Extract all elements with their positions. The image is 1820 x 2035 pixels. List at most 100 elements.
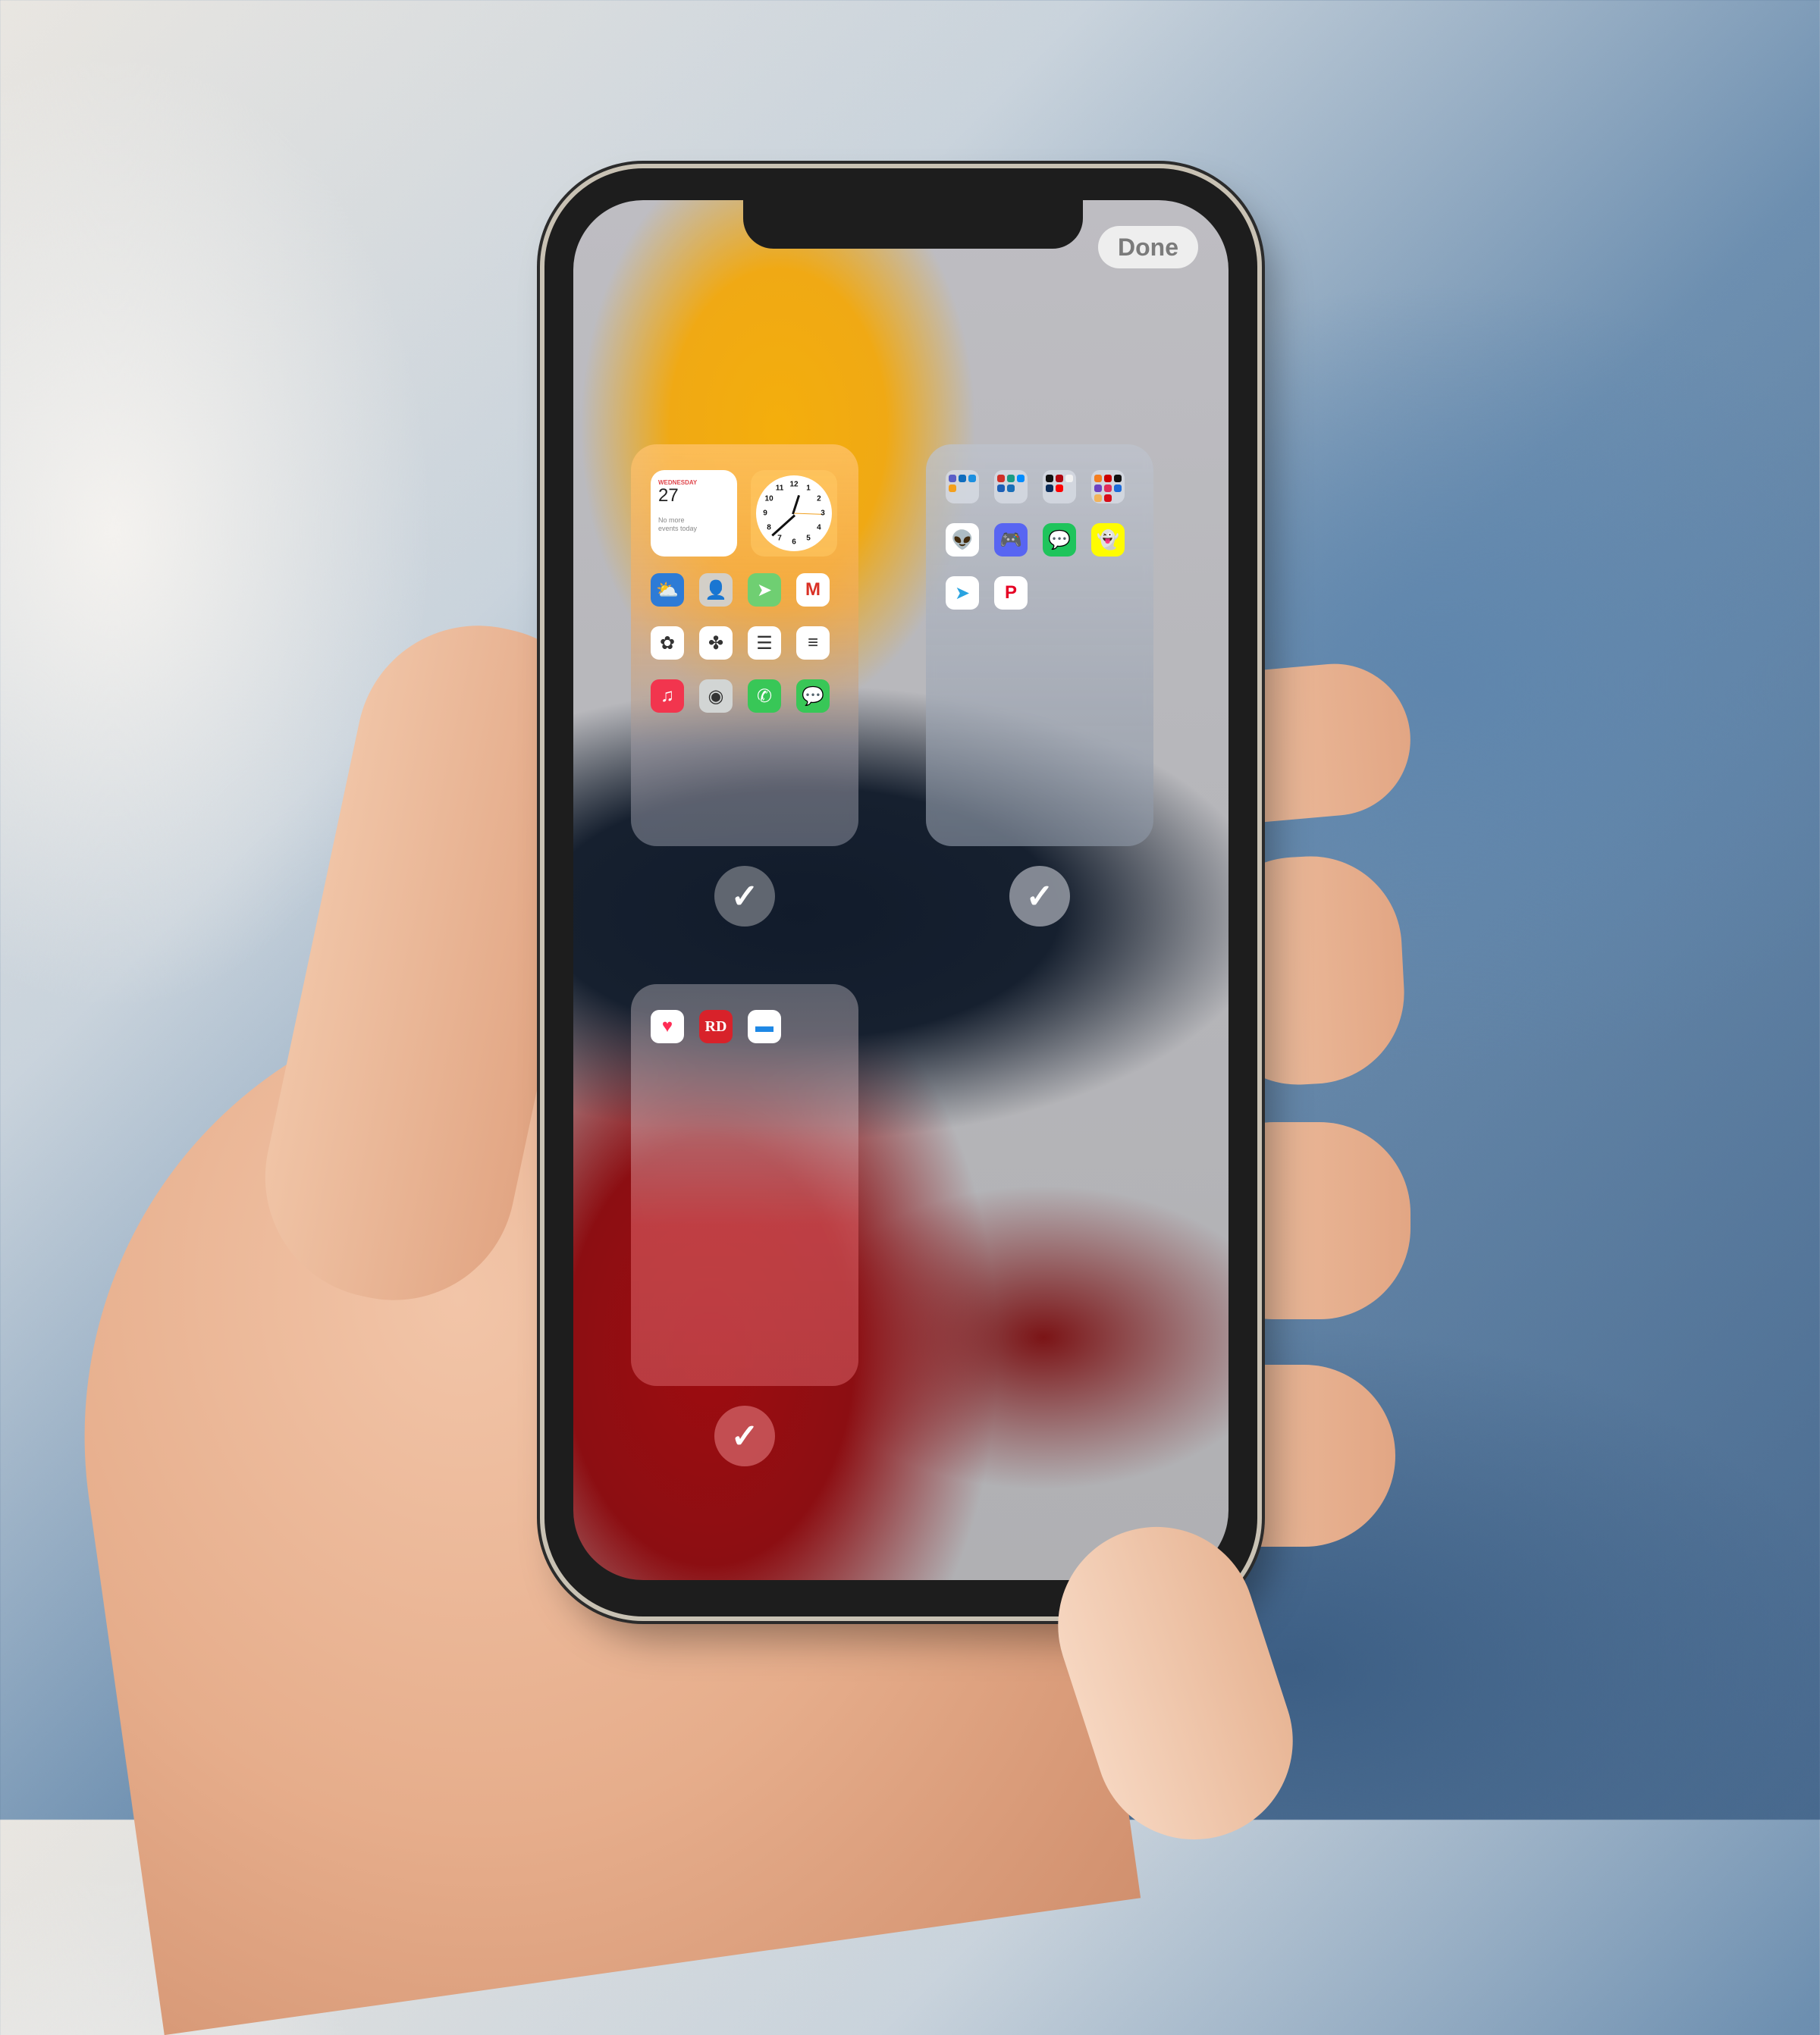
clock-second-hand: [794, 513, 824, 515]
app-find-my-icon: ◉: [699, 679, 733, 713]
app-folder: [994, 470, 1028, 503]
reddit-icon: 👽: [951, 529, 974, 550]
clock-number: 3: [821, 509, 825, 518]
calendar-widget: WEDNESDAY 27 No more events today: [651, 470, 737, 557]
weather-icon: ⛅: [656, 579, 679, 600]
folder-app-icon: [1056, 484, 1063, 492]
photos-icon: ✿: [659, 632, 676, 654]
folder-app-icon: [1046, 484, 1053, 492]
clock-number: 10: [764, 494, 774, 503]
clock-number: 9: [763, 509, 767, 518]
clock-number: 12: [789, 480, 799, 489]
clock-face: 12 1 2 3 4 5 6 7 8 9 10 11: [756, 475, 832, 551]
app-notes-icon: ≡: [796, 626, 830, 660]
checkmark-icon: ✓: [730, 1417, 759, 1455]
app-folder: [1091, 470, 1125, 503]
notes-icon: ≡: [807, 632, 818, 653]
folder-app-icon: [1094, 475, 1102, 482]
folder-app-icon: [1114, 484, 1122, 492]
page-3-checkmark-toggle[interactable]: ✓: [714, 1406, 775, 1466]
folder-app-icon: [949, 475, 956, 482]
app-reminders-icon: ☰: [748, 626, 781, 660]
phone-notch: [743, 200, 1083, 249]
pinterest-icon: P: [1004, 582, 1017, 603]
folder-app-icon: [1017, 475, 1025, 482]
app-gmail-icon: M: [796, 573, 830, 607]
app-files-icon: ▬: [748, 1010, 781, 1043]
edit-pages-screen: Done WEDNESDAY 27 No more events today 1…: [573, 200, 1228, 1580]
telegram-icon: ➤: [954, 582, 971, 604]
maps-icon: ➤: [756, 579, 773, 600]
folder-app-icon: [1104, 494, 1112, 502]
folder-app-icon: [1104, 475, 1112, 482]
folder-app-icon: [959, 475, 966, 482]
calendar-events-line: events today: [658, 525, 698, 532]
folder-app-icon: [1007, 475, 1015, 482]
folder-app-icon: [1094, 494, 1102, 502]
app-phone-icon: ✆: [748, 679, 781, 713]
snapchat-icon: 👻: [1097, 529, 1119, 550]
app-wechat-icon: 💬: [1043, 523, 1076, 557]
folder-app-icon: [1094, 484, 1102, 492]
reminders-icon: ☰: [756, 632, 773, 654]
clock-number: 5: [806, 534, 811, 543]
calendar-events-line: No more: [658, 516, 685, 524]
messages-icon: 💬: [802, 685, 824, 707]
home-page-thumbnail-1[interactable]: WEDNESDAY 27 No more events today 12 1 2 3 4…: [631, 444, 858, 846]
files-icon: ▬: [755, 1016, 774, 1036]
clock-number: 1: [806, 484, 811, 493]
page-1-checkmark-toggle[interactable]: ✓: [714, 866, 775, 927]
app-messages-icon: 💬: [796, 679, 830, 713]
app-folder: [1043, 470, 1076, 503]
checkmark-icon: ✓: [730, 877, 759, 915]
folder-app-icon: [1114, 475, 1122, 482]
clock-number: 7: [777, 534, 782, 543]
app-health-icon: ♥: [651, 1010, 684, 1043]
health-icon: ♥: [661, 1016, 673, 1036]
app-grid: ⛅ 👤 ➤ M ✿ ✤ ☰ ≡ ♫ ◉ ✆ 💬: [651, 573, 830, 713]
home-page-thumbnail-3[interactable]: ♥ RD ▬: [631, 984, 858, 1386]
google-photos-icon: ✤: [708, 632, 724, 654]
done-button[interactable]: Done: [1098, 226, 1198, 268]
page-2-checkmark-toggle[interactable]: ✓: [1009, 866, 1070, 927]
folder-app-icon: [1065, 475, 1073, 482]
clock-minute-hand: [771, 514, 796, 537]
folder-app-icon: [1007, 484, 1015, 492]
app-readers-digest-icon: RD: [699, 1010, 733, 1043]
clock-number: 8: [767, 523, 771, 532]
app-telegram-icon: ➤: [946, 576, 979, 610]
app-contacts-icon: 👤: [699, 573, 733, 607]
clock-number: 2: [817, 494, 821, 503]
music-icon: ♫: [661, 685, 674, 706]
home-page-thumbnail-2[interactable]: 👽 🎮 💬 👻 ➤ P: [926, 444, 1153, 846]
gmail-icon: M: [805, 579, 821, 600]
app-maps-icon: ➤: [748, 573, 781, 607]
phone-icon: ✆: [756, 685, 773, 707]
folder-app-icon: [997, 475, 1005, 482]
app-google-photos-icon: ✤: [699, 626, 733, 660]
calendar-events-text: No more events today: [658, 516, 730, 533]
folder-app-icon: [1046, 475, 1053, 482]
discord-icon: 🎮: [999, 529, 1022, 550]
app-grid: 👽 🎮 💬 👻 ➤ P: [946, 470, 1125, 610]
folder-app-icon: [1104, 484, 1112, 492]
app-pinterest-icon: P: [994, 576, 1028, 610]
calendar-date: 27: [658, 485, 679, 506]
find-my-icon: ◉: [708, 685, 724, 707]
app-music-icon: ♫: [651, 679, 684, 713]
app-snapchat-icon: 👻: [1091, 523, 1125, 557]
iphone-device: Done WEDNESDAY 27 No more events today 1…: [544, 168, 1257, 1616]
folder-app-icon: [949, 484, 956, 492]
checkmark-icon: ✓: [1025, 877, 1054, 915]
contacts-icon: 👤: [704, 579, 727, 600]
folder-app-icon: [968, 475, 976, 482]
clock-number: 4: [817, 523, 821, 532]
clock-hour-hand: [792, 494, 801, 515]
readers-digest-icon: RD: [704, 1018, 727, 1035]
clock-widget: 12 1 2 3 4 5 6 7 8 9 10 11: [751, 470, 837, 557]
app-weather-icon: ⛅: [651, 573, 684, 607]
app-grid: ♥ RD ▬: [651, 1010, 830, 1043]
app-photos-icon: ✿: [651, 626, 684, 660]
app-reddit-icon: 👽: [946, 523, 979, 557]
folder-app-icon: [997, 484, 1005, 492]
